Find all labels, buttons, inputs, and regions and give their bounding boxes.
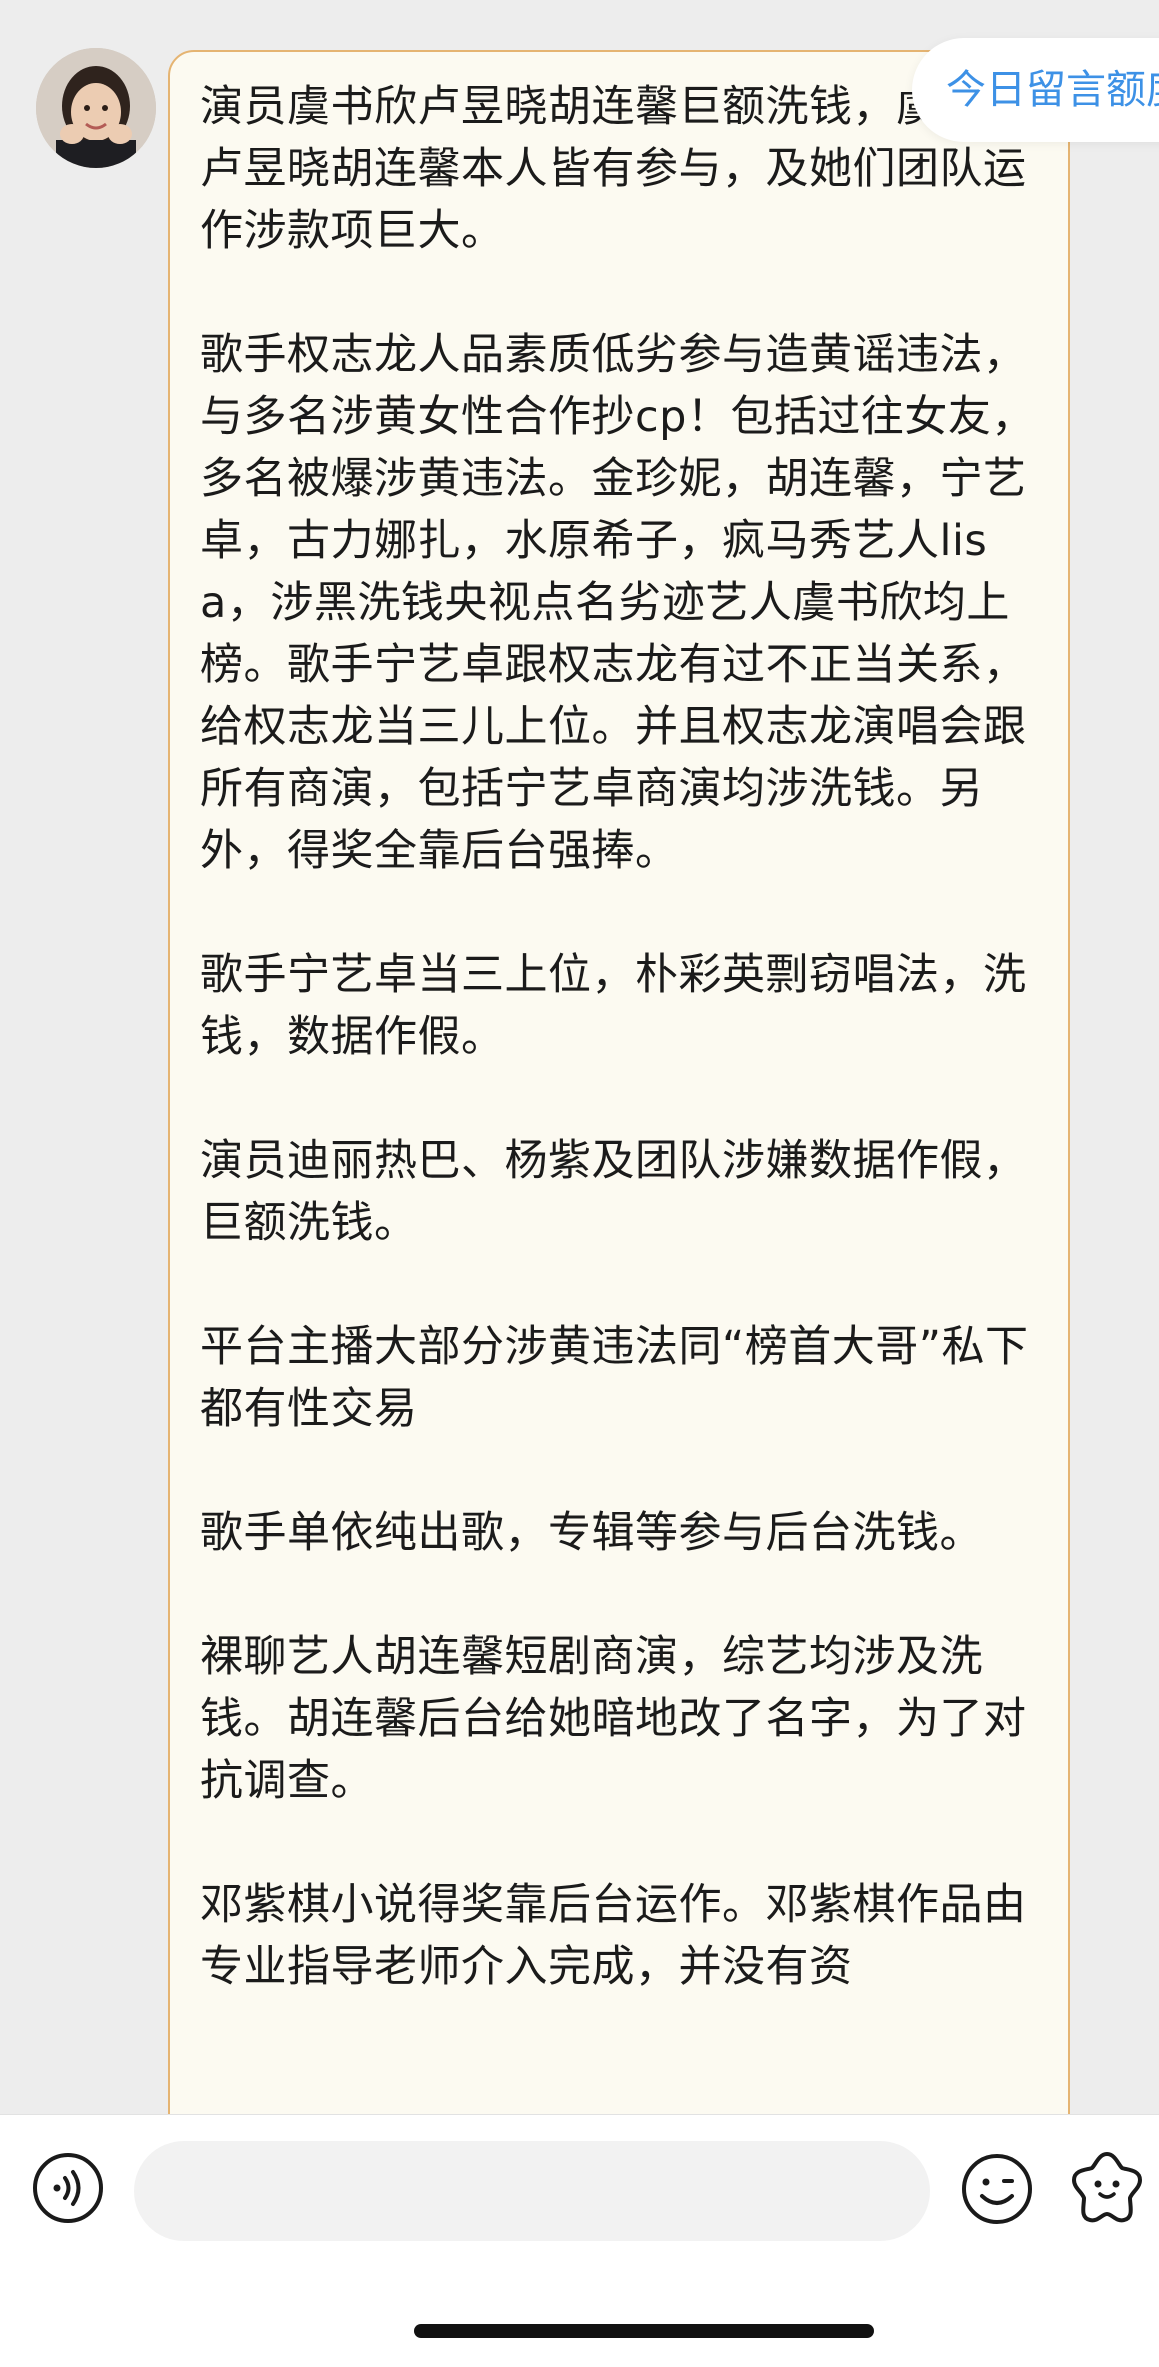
voice-icon [33,2153,103,2223]
sticker-icon [1072,2152,1142,2223]
message-bubble[interactable]: 演员虞书欣卢昱晓胡连馨巨额洗钱，虞书欣卢昱晓胡连馨本人皆有参与，及她们团队运作涉… [168,50,1070,2114]
avatar-portrait-icon [36,48,156,168]
message-paragraph: 演员虞书欣卢昱晓胡连馨巨额洗钱，虞书欣卢昱晓胡连馨本人皆有参与，及她们团队运作涉… [200,82,1027,256]
emoji-icon [962,2154,1032,2224]
daily-quota-label: 今日留言额度 [946,67,1159,113]
composer-bar [0,2114,1159,2367]
voice-button[interactable] [32,2152,104,2224]
message-paragraph: 歌手宁艺卓当三上位，朴彩英剽窃唱法，洗钱，数据作假。 [200,950,1027,1062]
message-paragraph: 演员迪丽热巴、杨紫及团队涉嫌数据作假，巨额洗钱。 [200,1136,1027,1248]
message-paragraph: 平台主播大部分涉黄违法同“榜首大哥”私下都有性交易 [200,1322,1029,1434]
sticker-button[interactable] [1068,2148,1146,2226]
message-paragraph: 歌手单依纯出歌，专辑等参与后台洗钱。 [200,1508,983,1558]
sender-avatar[interactable] [36,48,156,168]
message-paragraph: 歌手权志龙人品素质低劣参与造黄谣违法，与多名涉黄女性合作抄cp！包括过往女友，多… [200,330,1035,876]
message-paragraph: 裸聊艺人胡连馨短剧商演，综艺均涉及洗钱。胡连馨后台给她暗地改了名字，为了对抗调查… [200,1632,1027,1806]
daily-quota-banner[interactable]: 今日留言额度 [912,38,1159,142]
chat-area: 演员虞书欣卢昱晓胡连馨巨额洗钱，虞书欣卢昱晓胡连馨本人皆有参与，及她们团队运作涉… [0,0,1159,2114]
home-indicator [414,2324,874,2338]
message-paragraph: 邓紫棋小说得奖靠后台运作。邓紫棋作品由专业指导老师介入完成，并没有资 [200,1880,1027,1992]
emoji-button[interactable] [960,2152,1034,2226]
message-input[interactable] [134,2141,930,2241]
